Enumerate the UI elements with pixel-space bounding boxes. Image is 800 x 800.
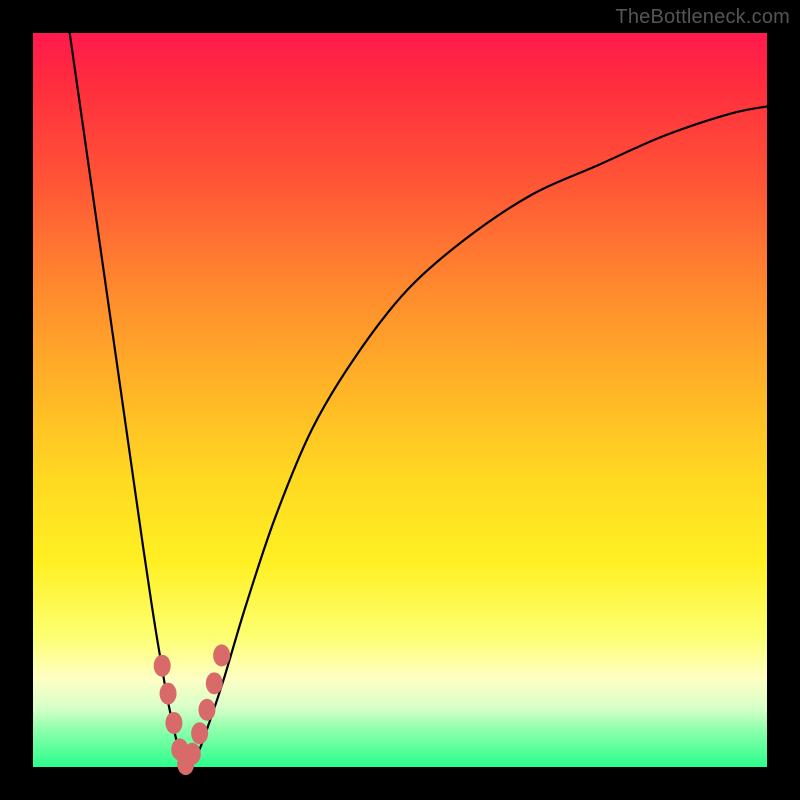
- highlight-dot: [184, 743, 201, 765]
- highlight-dot: [154, 655, 171, 677]
- watermark-text: TheBottleneck.com: [615, 6, 790, 29]
- chart-frame: TheBottleneck.com: [0, 0, 800, 800]
- chart-svg: [33, 33, 767, 767]
- highlight-dot: [213, 644, 230, 666]
- highlight-dot: [191, 722, 208, 744]
- highlight-dot: [160, 683, 177, 705]
- plot-area: [33, 33, 767, 767]
- highlight-dot: [206, 672, 223, 694]
- highlight-dot: [165, 712, 182, 734]
- highlight-dot: [198, 699, 215, 721]
- highlight-dots: [154, 644, 230, 775]
- bottleneck-curve: [70, 33, 767, 767]
